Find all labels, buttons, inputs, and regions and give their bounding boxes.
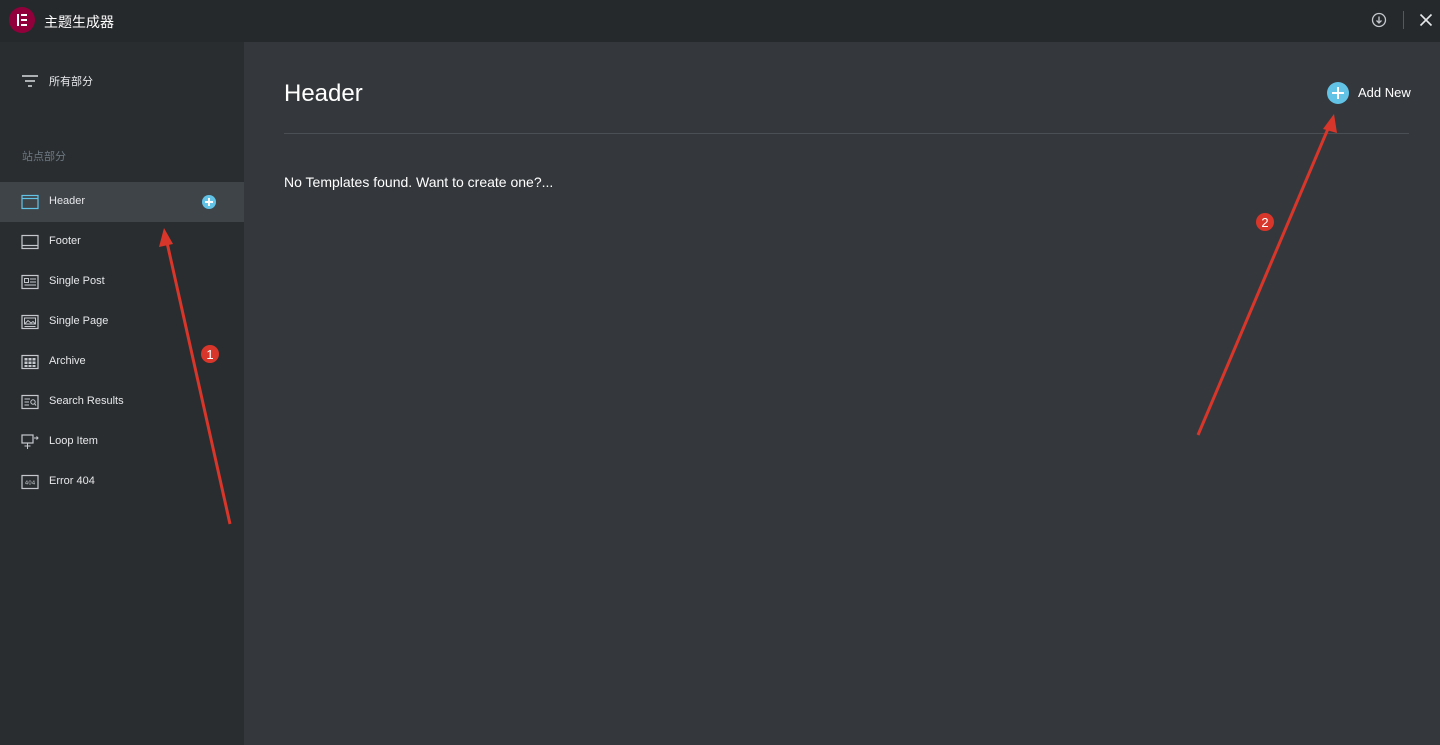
sidebar-item-single-post[interactable]: Single Post bbox=[0, 262, 244, 302]
loop-item-icon bbox=[21, 434, 39, 450]
empty-state-message: No Templates found. Want to create one?.… bbox=[284, 174, 554, 190]
add-new-button[interactable]: Add New bbox=[1327, 82, 1417, 104]
sidebar-item-label: Footer bbox=[49, 235, 81, 247]
sidebar-item-label: Archive bbox=[49, 355, 86, 367]
sidebar-item-header[interactable]: Header bbox=[0, 182, 244, 222]
footer-template-icon bbox=[21, 234, 39, 250]
badge-2-label: 2 bbox=[1261, 215, 1268, 230]
sidebar-item-single-page[interactable]: Single Page bbox=[0, 302, 244, 342]
svg-text:404: 404 bbox=[25, 481, 36, 487]
toolbar-separator bbox=[1403, 11, 1404, 29]
single-page-icon bbox=[21, 314, 39, 330]
add-new-label: Add New bbox=[1358, 85, 1411, 100]
download-icon[interactable] bbox=[1371, 12, 1387, 28]
app-title: 主题生成器 bbox=[44, 14, 114, 30]
section-title: 站点部分 bbox=[22, 151, 66, 163]
archive-grid-icon bbox=[21, 354, 39, 370]
sidebar-item-label: Search Results bbox=[49, 395, 124, 407]
plus-circle-icon bbox=[1327, 82, 1349, 104]
search-results-icon bbox=[21, 394, 39, 410]
sidebar-item-label: Header bbox=[49, 195, 86, 207]
sidebar-item-label: Single Page bbox=[49, 315, 109, 327]
top-bar: 主题生成器 bbox=[0, 0, 1440, 42]
sidebar: 所有部分 站点部分 Header Footer Single Post Sing… bbox=[0, 42, 244, 745]
header-template-icon bbox=[21, 194, 39, 210]
error-404-icon: 404 bbox=[21, 474, 39, 490]
sidebar-item-label: Loop Item bbox=[49, 435, 98, 447]
sidebar-item-search-results[interactable]: Search Results bbox=[0, 382, 244, 422]
title-divider bbox=[284, 133, 1409, 134]
annotation-arrow-2 bbox=[1196, 114, 1337, 436]
filter-label: 所有部分 bbox=[49, 76, 93, 88]
sidebar-item-footer[interactable]: Footer bbox=[0, 222, 244, 262]
annotation-badge-2: 2 bbox=[1256, 213, 1274, 231]
all-parts-filter[interactable]: 所有部分 bbox=[0, 64, 244, 96]
single-post-icon bbox=[21, 274, 39, 290]
filter-lines-icon bbox=[22, 74, 38, 87]
add-template-button[interactable] bbox=[202, 195, 216, 209]
page-title: Header bbox=[284, 80, 363, 107]
sidebar-item-label: Error 404 bbox=[49, 475, 95, 487]
sidebar-item-archive[interactable]: Archive bbox=[0, 342, 244, 382]
sidebar-item-error-404[interactable]: 404 Error 404 bbox=[0, 462, 244, 502]
sidebar-item-loop-item[interactable]: Loop Item bbox=[0, 422, 244, 462]
close-icon[interactable] bbox=[1419, 13, 1433, 27]
elementor-logo-icon bbox=[9, 7, 35, 33]
sidebar-item-label: Single Post bbox=[49, 275, 105, 287]
